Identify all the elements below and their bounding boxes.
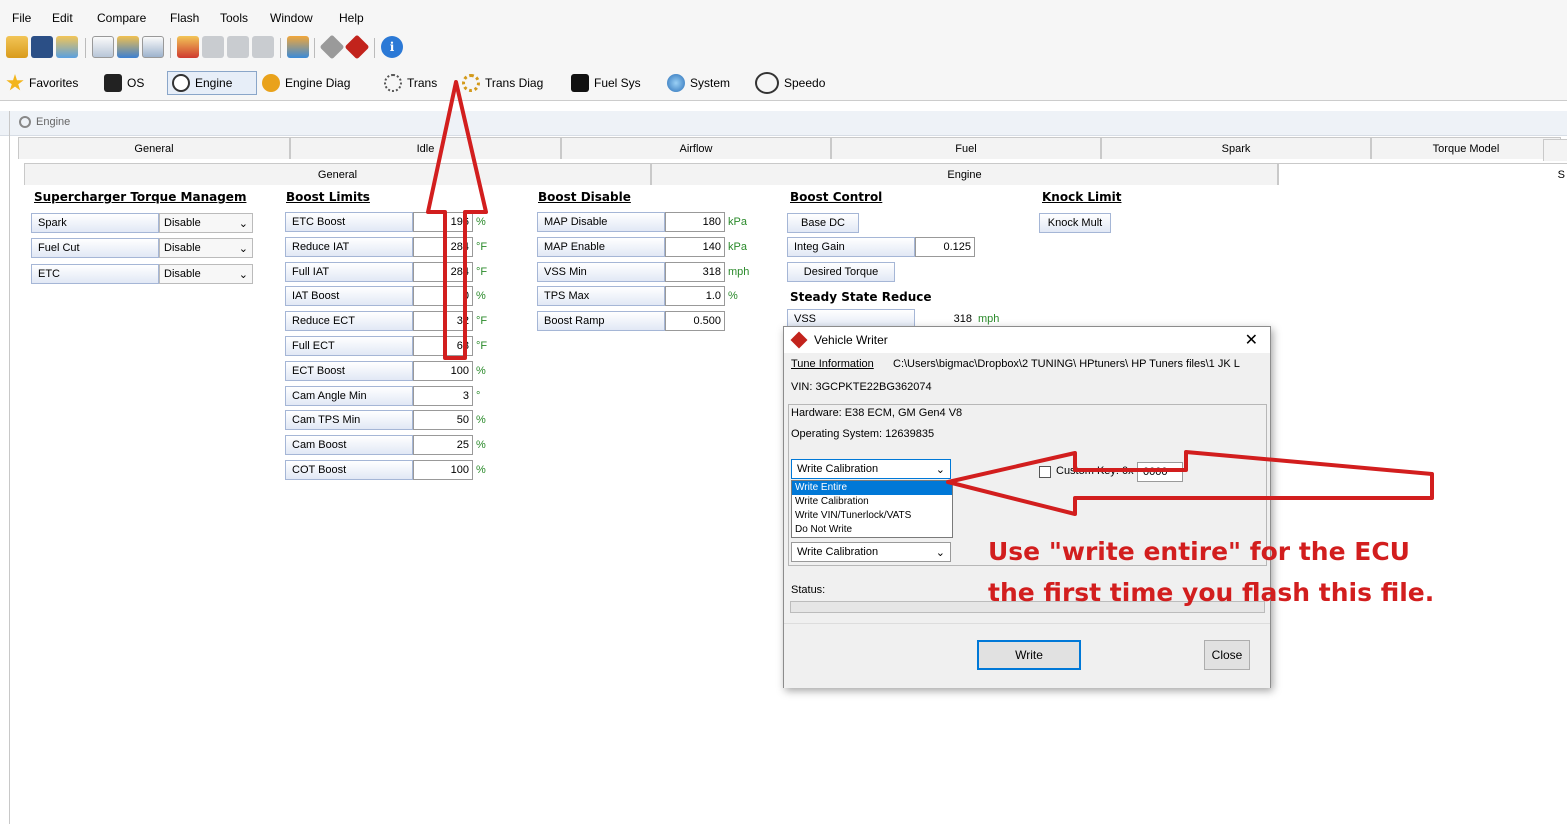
annotation-arrow-left: [946, 450, 1434, 516]
annotation-arrows: [426, 80, 1434, 516]
annotation-arrow-up: [426, 80, 488, 360]
annotation-text: Use "write entire" for the ECU the first…: [988, 531, 1434, 613]
annotation-line-1: Use "write entire" for the ECU: [988, 537, 1410, 566]
annotation-line-2: the first time you flash this file.: [988, 578, 1435, 607]
